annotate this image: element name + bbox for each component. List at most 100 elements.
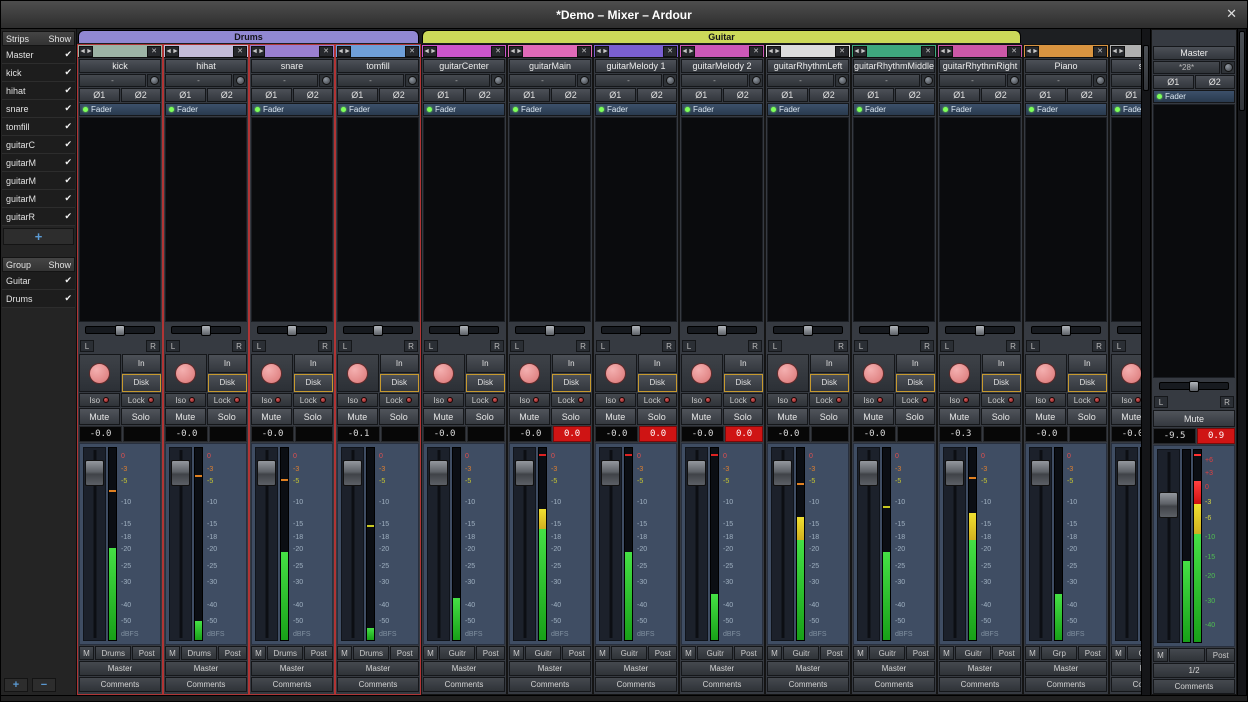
processor-fader-entry[interactable]: Fader [165, 103, 247, 116]
group-tab[interactable]: Drums [78, 30, 419, 43]
monitor-disk-button[interactable]: Disk [1068, 374, 1108, 393]
trim-knob[interactable] [835, 74, 849, 87]
comments-button[interactable]: Comments [251, 677, 333, 692]
mute-button[interactable]: Mute [853, 408, 894, 425]
strip-name-button[interactable]: snare [251, 59, 333, 73]
input-button[interactable]: - [939, 74, 1006, 87]
pan-track[interactable] [687, 326, 757, 334]
processor-box[interactable] [165, 117, 247, 322]
pan-track[interactable] [429, 326, 499, 334]
list-item[interactable]: Master ✔ [2, 46, 75, 64]
solo-lock-button[interactable]: Lock [809, 393, 850, 407]
processor-fader-entry[interactable]: Fader [251, 103, 333, 116]
monitor-disk-button[interactable]: Disk [122, 374, 162, 393]
group-button[interactable]: Guitr [439, 646, 475, 660]
mute-button[interactable]: Mute [939, 408, 980, 425]
window-close-icon[interactable]: ✕ [1226, 7, 1237, 21]
record-arm-button[interactable] [79, 354, 121, 392]
master-gain-display[interactable]: -9.5 [1153, 428, 1196, 444]
pan-handle[interactable] [201, 325, 211, 336]
phase-2-button[interactable]: Ø2 [551, 88, 592, 102]
strip-color-bar[interactable]: ◄► ✕ [250, 45, 334, 58]
group-button[interactable]: Grp [1041, 646, 1077, 660]
gain-display[interactable]: -0.0 [767, 426, 810, 442]
gain-display[interactable]: -0.0 [1025, 426, 1068, 442]
phase-2-button[interactable]: Ø2 [1067, 88, 1108, 102]
phase-2-button[interactable]: Ø2 [121, 88, 162, 102]
strip-name-button[interactable]: guitarRhythmMiddle [853, 59, 935, 73]
input-button[interactable]: - [509, 74, 576, 87]
list-item[interactable]: Guitar ✔ [2, 272, 75, 290]
title-bar[interactable]: *Demo – Mixer – Ardour ✕ [1, 1, 1247, 29]
solo-isolate-button[interactable]: Iso [251, 393, 292, 407]
scrollbar-thumb[interactable] [1239, 31, 1245, 111]
pan-track[interactable] [85, 326, 155, 334]
gain-display[interactable]: -0.3 [939, 426, 982, 442]
strip-hide-icon[interactable]: ✕ [319, 46, 333, 57]
phase-1-button[interactable]: Ø1 [165, 88, 206, 102]
pan-handle[interactable] [889, 325, 899, 336]
gain-fader[interactable] [1115, 447, 1138, 641]
remove-group-button[interactable]: − [32, 678, 56, 692]
monitor-disk-button[interactable]: Disk [982, 374, 1022, 393]
solo-isolate-button[interactable]: Iso [767, 393, 808, 407]
trim-knob[interactable] [749, 74, 763, 87]
visible-checkbox[interactable]: ✔ [64, 121, 72, 132]
processor-box[interactable] [595, 117, 677, 322]
add-group-button[interactable]: + [4, 678, 28, 692]
list-item[interactable]: hihat ✔ [2, 82, 75, 100]
mixer-vertical-scrollbar[interactable] [1141, 29, 1151, 695]
phase-1-button[interactable]: Ø1 [337, 88, 378, 102]
gain-display[interactable]: -0.0 [595, 426, 638, 442]
group-button[interactable]: Guitr [697, 646, 733, 660]
strip-color-bar[interactable]: ◄► ✕ [766, 45, 850, 58]
processor-box[interactable] [939, 117, 1021, 322]
solo-isolate-button[interactable]: Iso [1025, 393, 1066, 407]
meter-post-button[interactable]: Post [390, 646, 419, 660]
gain-display[interactable]: -0.0 [681, 426, 724, 442]
strip-width-icon[interactable]: ◄► [337, 46, 351, 57]
phase-2-button[interactable]: Ø2 [207, 88, 248, 102]
pan-handle[interactable] [287, 325, 297, 336]
meter-post-button[interactable]: Post [992, 646, 1021, 660]
output-button[interactable]: Master [337, 661, 419, 676]
phase-2-button[interactable]: Ø2 [379, 88, 420, 102]
output-button[interactable]: Master [165, 661, 247, 676]
monitor-disk-button[interactable]: Disk [380, 374, 420, 393]
metering-point-button[interactable]: M [681, 646, 696, 660]
group-button[interactable]: Grp [1127, 646, 1141, 660]
comments-button[interactable]: Comments [1111, 677, 1141, 692]
trim-knob[interactable] [921, 74, 935, 87]
solo-button[interactable]: Solo [465, 408, 506, 425]
visible-checkbox[interactable]: ✔ [64, 175, 72, 186]
peak-display[interactable]: 0.0 [639, 426, 677, 442]
processor-box[interactable] [251, 117, 333, 322]
strip-color-bar[interactable]: ◄► ✕ [1024, 45, 1108, 58]
solo-button[interactable]: Solo [207, 408, 248, 425]
list-item[interactable]: guitarM ✔ [2, 190, 75, 208]
processor-fader-entry[interactable]: Fader [595, 103, 677, 116]
solo-lock-button[interactable]: Lock [293, 393, 334, 407]
visible-checkbox[interactable]: ✔ [64, 67, 72, 78]
processor-fader-entry[interactable]: Fader [1111, 103, 1141, 116]
pan-handle[interactable] [459, 325, 469, 336]
fader-handle[interactable] [945, 460, 964, 486]
pan-track[interactable] [1031, 326, 1101, 334]
master-phase-2-button[interactable]: Ø2 [1195, 75, 1236, 89]
strip-color-bar[interactable]: ◄► ✕ [1110, 45, 1141, 58]
gain-fader[interactable] [771, 447, 794, 641]
processor-fader-entry[interactable]: Fader [423, 103, 505, 116]
solo-lock-button[interactable]: Lock [379, 393, 420, 407]
processor-box[interactable] [337, 117, 419, 322]
peak-display[interactable] [811, 426, 849, 442]
fader-handle[interactable] [171, 460, 190, 486]
pan-track[interactable] [773, 326, 843, 334]
meter-post-button[interactable]: Post [132, 646, 161, 660]
strip-width-icon[interactable]: ◄► [423, 46, 437, 57]
pan-control[interactable]: L R [595, 323, 677, 353]
peak-display[interactable] [381, 426, 419, 442]
comments-button[interactable]: Comments [767, 677, 849, 692]
pan-handle[interactable] [1061, 325, 1071, 336]
group-button[interactable]: Guitr [783, 646, 819, 660]
processor-active-led[interactable] [341, 107, 346, 112]
